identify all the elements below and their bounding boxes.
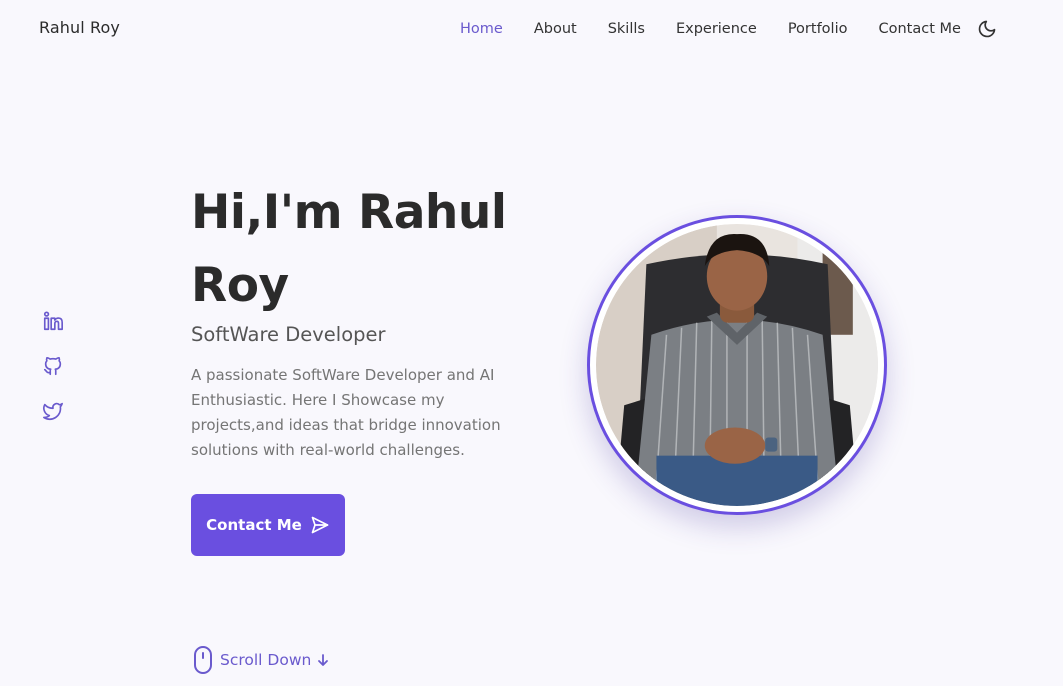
twitter-icon[interactable] <box>42 400 64 422</box>
social-links <box>42 310 64 422</box>
github-icon[interactable] <box>42 355 64 377</box>
nav-experience[interactable]: Experience <box>676 21 757 37</box>
scroll-down-link[interactable]: Scroll Down <box>192 645 329 675</box>
nav-portfolio[interactable]: Portfolio <box>788 21 848 37</box>
mouse-icon <box>192 645 214 675</box>
brand-logo[interactable]: Rahul Roy <box>39 18 120 37</box>
portfolio-page: Rahul Roy Home About Skills Experience P… <box>0 0 1063 686</box>
arrow-down-icon <box>317 653 329 667</box>
send-icon <box>310 515 330 535</box>
hero-subtitle: SoftWare Developer <box>191 323 386 346</box>
hero-title: Hi,I'm Rahul Roy <box>191 185 507 313</box>
scroll-down-label: Scroll Down <box>220 651 312 669</box>
main-nav: Home About Skills Experience Portfolio C… <box>460 19 997 39</box>
nav-home[interactable]: Home <box>460 21 503 37</box>
linkedin-icon[interactable] <box>42 310 64 332</box>
hero-description: A passionate SoftWare Developer and AI E… <box>191 366 501 459</box>
nav-about[interactable]: About <box>534 21 577 37</box>
contact-me-button[interactable]: Contact Me <box>191 494 345 556</box>
nav-contact[interactable]: Contact Me <box>878 21 960 37</box>
profile-photo-frame <box>587 215 887 515</box>
nav-skills[interactable]: Skills <box>608 21 645 37</box>
contact-me-label: Contact Me <box>206 516 302 534</box>
profile-photo <box>596 224 878 506</box>
moon-icon[interactable] <box>977 19 997 39</box>
